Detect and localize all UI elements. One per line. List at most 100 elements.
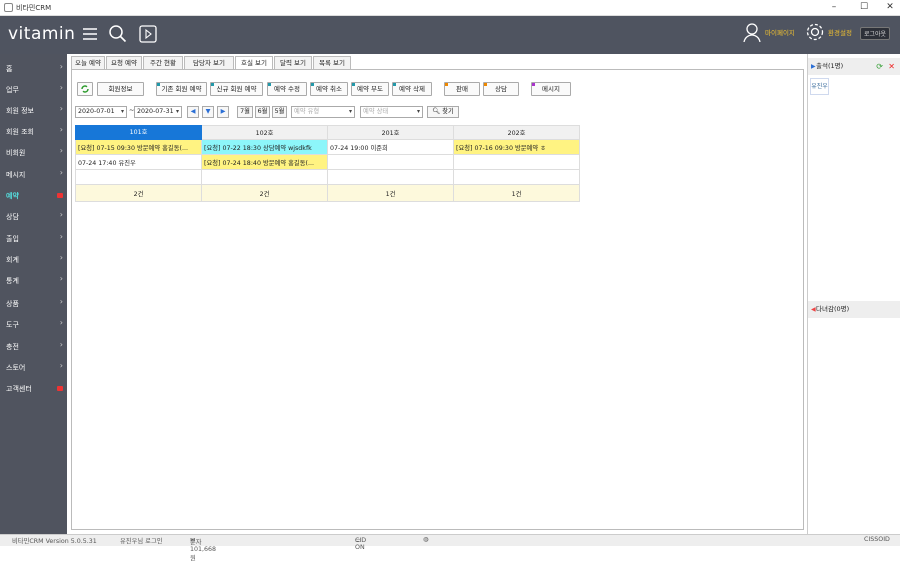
maximize-button[interactable]: ☐: [856, 2, 872, 12]
tab-calendar[interactable]: 달력 보기: [274, 56, 312, 69]
reservation-cell[interactable]: [327, 154, 454, 170]
tab-weekly[interactable]: 주간 현황: [143, 56, 183, 69]
reservation-cell[interactable]: [453, 169, 580, 185]
tab-request[interactable]: 요청 예약: [106, 56, 142, 69]
attendee-chip[interactable]: 유진우: [810, 78, 829, 95]
chevron-left-icon: ◀: [190, 108, 196, 115]
search-icon[interactable]: [108, 24, 128, 44]
reservation-cell[interactable]: [요청] 07-15 09:30 방문예약 홍길동(...: [75, 139, 202, 155]
chevron-right-icon: ›: [59, 125, 63, 134]
message-button[interactable]: 메시지: [531, 82, 571, 96]
logout-button[interactable]: 로그아웃: [860, 27, 890, 40]
mypage-link[interactable]: 마이페이지: [765, 27, 795, 37]
reservation-cell[interactable]: 07-24 19:00 이준희: [327, 139, 454, 155]
sidebar-item-label: 회원 조회: [6, 128, 34, 136]
chevron-right-icon: ›: [59, 62, 63, 71]
sidebar-item-store[interactable]: 스토어 ›: [0, 357, 67, 378]
sales-button[interactable]: 판매: [444, 82, 480, 96]
reserve-cancel-button[interactable]: 예약 취소: [310, 82, 348, 96]
sidebar-item-charge[interactable]: 충전 ›: [0, 336, 67, 357]
sidebar-item-consult[interactable]: 상담 ›: [0, 206, 67, 227]
prev-month-button[interactable]: ◀: [187, 106, 199, 118]
existing-member-reserve-button[interactable]: 기존 회원 예약: [156, 82, 207, 96]
column-header[interactable]: 101호: [75, 125, 202, 140]
chevron-down-icon: ▾: [120, 108, 124, 115]
window-title: 비타민CRM: [16, 4, 52, 12]
sidebar-item-support[interactable]: 고객센터: [0, 378, 67, 399]
button-label: 찾기: [442, 108, 454, 115]
consult-button[interactable]: 상담: [483, 82, 519, 96]
tab-room[interactable]: 호실 보기: [235, 56, 273, 69]
reserve-type-select[interactable]: 예약 유형 ▾: [291, 106, 355, 118]
minimize-button[interactable]: –: [826, 2, 842, 12]
sidebar-item-entry[interactable]: 출입 ›: [0, 228, 67, 249]
sidebar-item-label: 고객센터: [6, 385, 32, 393]
down-button[interactable]: ▼: [202, 106, 214, 118]
sidebar-item-products[interactable]: 상품 ›: [0, 293, 67, 314]
month-6-button[interactable]: 6월: [255, 106, 270, 118]
user-icon[interactable]: [742, 22, 762, 42]
chevron-right-icon: ›: [59, 104, 63, 113]
sidebar-item-work[interactable]: 업무 ›: [0, 79, 67, 100]
sidebar-item-label: 충전: [6, 343, 19, 351]
chevron-right-icon: ›: [59, 232, 63, 241]
reservation-cell[interactable]: [327, 169, 454, 185]
sidebar-item-label: 회원 정보: [6, 107, 34, 115]
date-from-picker[interactable]: 2020-07-01 ▾: [75, 106, 127, 118]
button-label: 예약 부도: [357, 85, 383, 93]
new-member-reserve-button[interactable]: 신규 회원 예약: [210, 82, 263, 96]
column-header[interactable]: 102호: [201, 125, 328, 140]
sidebar-item-member-info[interactable]: 회원 정보 ›: [0, 100, 67, 121]
sidebar-item-home[interactable]: 홈 ›: [0, 58, 67, 79]
reservation-cell[interactable]: [요청] 07-22 18:30 상담예약 wjsdkfk: [201, 139, 328, 155]
reservation-cell[interactable]: [453, 154, 580, 170]
button-label: 예약 수정: [274, 85, 300, 93]
reservation-cell[interactable]: 07-24 17:40 유진우: [75, 154, 202, 170]
reservation-cell[interactable]: [201, 169, 328, 185]
select-placeholder: 예약 상태: [363, 108, 389, 115]
tab-today[interactable]: 오늘 예약: [71, 56, 105, 69]
menu-icon[interactable]: [80, 24, 100, 44]
reserve-noshow-button[interactable]: 예약 부도: [351, 82, 389, 96]
sidebar-item-label: 통계: [6, 277, 19, 285]
reserve-delete-button[interactable]: 예약 삭제: [392, 82, 432, 96]
reservation-cell[interactable]: [요청] 07-24 18:40 방문예약 홍길동(...: [201, 154, 328, 170]
member-info-label: 회원정보: [108, 85, 133, 93]
sidebar-item-tools[interactable]: 도구 ›: [0, 314, 67, 335]
app-icon: [4, 3, 13, 12]
next-month-button[interactable]: ▶: [217, 106, 229, 118]
login-text: 유진우님 로그인: [120, 538, 163, 545]
refresh-icon: [81, 85, 89, 93]
refresh-button[interactable]: [77, 82, 93, 96]
sidebar-item-message[interactable]: 메시지 ›: [0, 164, 67, 185]
search-button[interactable]: 🔍︎ 찾기: [427, 106, 459, 118]
refresh-icon[interactable]: ⟳: [876, 58, 883, 75]
visited-header[interactable]: ◀ 다녀감(0명): [808, 301, 900, 318]
attendance-header[interactable]: ▶ 출석(1명) ⟳ ✕: [808, 58, 900, 75]
sidebar-item-stats[interactable]: 통계 ›: [0, 270, 67, 291]
play-icon[interactable]: [138, 24, 158, 44]
close-icon[interactable]: ✕: [888, 58, 895, 75]
close-button[interactable]: ✕: [882, 2, 898, 12]
sidebar-item-accounting[interactable]: 회계 ›: [0, 249, 67, 270]
month-5-button[interactable]: 5월: [272, 106, 287, 118]
month-7-button[interactable]: 7월: [237, 106, 253, 118]
reserve-status-select[interactable]: 예약 상태 ▾: [360, 106, 423, 118]
sidebar-item-member-search[interactable]: 회원 조회 ›: [0, 121, 67, 142]
version-text: 비타민CRM Version 5.0.5.31: [12, 538, 97, 545]
sidebar-item-reservation[interactable]: 예약: [0, 185, 67, 206]
column-header[interactable]: 201호: [327, 125, 454, 140]
reservation-cell[interactable]: [75, 169, 202, 185]
sidebar-item-nonmember[interactable]: 비회원 ›: [0, 142, 67, 163]
column-header[interactable]: 202호: [453, 125, 580, 140]
member-info-button[interactable]: 회원정보: [97, 82, 144, 96]
tab-list[interactable]: 목록 보기: [313, 56, 351, 69]
tab-staff[interactable]: 담당자 보기: [184, 56, 234, 69]
sso-text: CISSOID: [864, 536, 890, 543]
total-cell: 2건: [201, 184, 328, 202]
reservation-cell[interactable]: [요청] 07-16 09:30 방문예약 ㅎ: [453, 139, 580, 155]
settings-link[interactable]: 환경설정: [828, 27, 852, 37]
gear-icon[interactable]: [805, 22, 825, 42]
reserve-edit-button[interactable]: 예약 수정: [267, 82, 307, 96]
date-to-picker[interactable]: 2020-07-31 ▾: [134, 106, 182, 118]
